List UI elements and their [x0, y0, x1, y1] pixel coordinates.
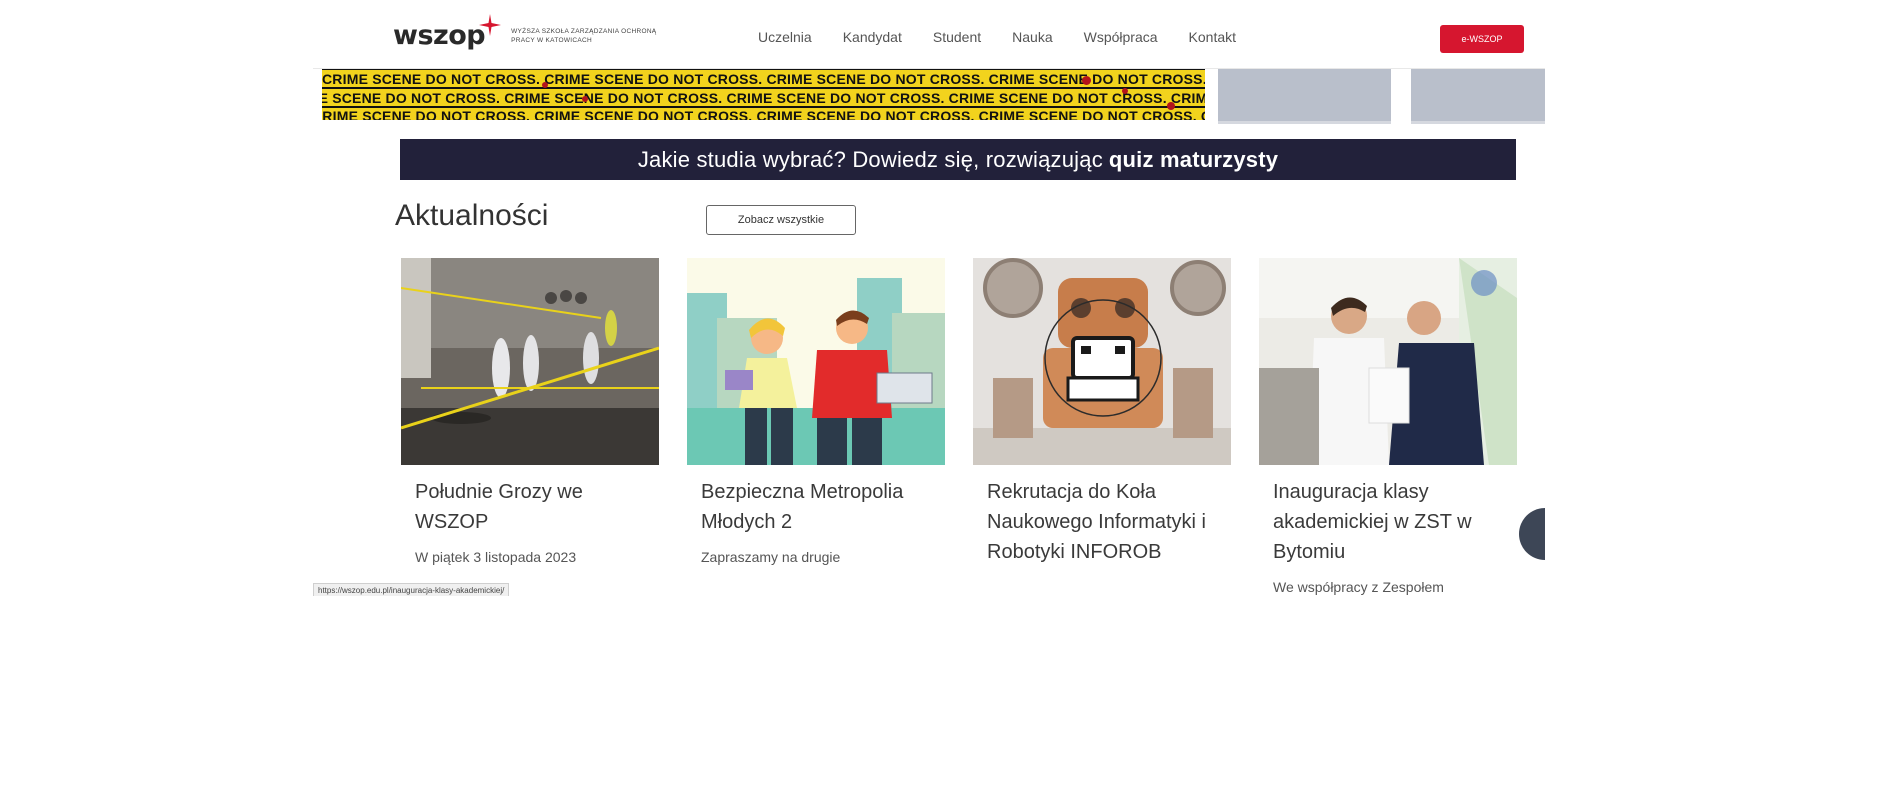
- logo-text: wszop: [393, 20, 486, 51]
- status-bar-url: https://wszop.edu.pl/inauguracja-klasy-a…: [313, 583, 510, 596]
- crime-tape-text: CRIME SCENE DO NOT CROSS. CRIME SCENE DO…: [322, 71, 1205, 87]
- news-image-ceremony[interactable]: [1259, 258, 1517, 465]
- news-card-desc: W piątek 3 listopada 2023: [415, 549, 577, 565]
- news-card[interactable]: Rekrutacja do Koła Naukowego Informatyki…: [973, 258, 1231, 577]
- news-card-desc: Zapraszamy na drugie: [701, 549, 841, 565]
- hero-side-card-1[interactable]: [1218, 68, 1391, 124]
- see-all-news-button[interactable]: Zobacz wszystkie: [706, 205, 856, 235]
- news-card-title[interactable]: Południe Grozy we WSZOP: [415, 477, 645, 537]
- hero-side-card-2[interactable]: [1411, 68, 1545, 124]
- news-card[interactable]: Inauguracja klasy akademickiej w ZST w B…: [1259, 258, 1517, 596]
- news-heading: Aktualności: [395, 199, 549, 232]
- nav-student[interactable]: Student: [933, 29, 981, 45]
- news-card-desc: We współpracy z Zespołem: [1273, 579, 1444, 595]
- nav-kontakt[interactable]: Kontakt: [1189, 29, 1236, 45]
- news-image-crime-scene[interactable]: [401, 258, 659, 465]
- quiz-banner-text: Jakie studia wybrać? Dowiedz się, rozwią…: [637, 146, 1103, 172]
- news-card-title[interactable]: Rekrutacja do Koła Naukowego Informatyki…: [987, 477, 1217, 567]
- chat-widget-button[interactable]: [1519, 508, 1545, 560]
- quiz-banner[interactable]: Jakie studia wybrać? Dowiedz się, rozwią…: [400, 139, 1516, 180]
- e-wszop-button[interactable]: e-WSZOP: [1440, 25, 1524, 53]
- main-nav: Uczelnia Kandydat Student Nauka Współpra…: [758, 29, 1267, 45]
- news-image-robot[interactable]: [973, 258, 1231, 465]
- news-card[interactable]: Bezpieczna Metropolia Młodych 2 Zaprasza…: [687, 258, 945, 567]
- crime-tape-text: CRIME SCENE DO NOT CROSS. CRIME SCENE DO…: [322, 108, 1205, 120]
- news-image-students[interactable]: [687, 258, 945, 465]
- quiz-banner-bold: quiz maturzysty: [1108, 146, 1279, 172]
- nav-nauka[interactable]: Nauka: [1012, 29, 1052, 45]
- news-card[interactable]: Południe Grozy we WSZOP W piątek 3 listo…: [401, 258, 659, 567]
- logo-subtitle: WYŻSZA SZKOŁA ZARZĄDZANIA OCHRONĄ PRACY …: [511, 27, 657, 44]
- nav-kandydat[interactable]: Kandydat: [843, 29, 902, 45]
- browser-viewport: wszop WYŻSZA SZKOŁA ZARZĄDZANIA OCHRONĄ …: [313, 8, 1545, 596]
- logo-star-icon: [479, 14, 501, 36]
- logo[interactable]: wszop WYŻSZA SZKOŁA ZARZĄDZANIA OCHRONĄ …: [393, 14, 661, 51]
- news-card-title[interactable]: Bezpieczna Metropolia Młodych 2: [701, 477, 931, 537]
- crime-tape-text: CRIME SCENE DO NOT CROSS. CRIME SCENE DO…: [322, 90, 1205, 106]
- site-header: wszop WYŻSZA SZKOŁA ZARZĄDZANIA OCHRONĄ …: [313, 8, 1545, 69]
- hero-banner-image[interactable]: CRIME SCENE DO NOT CROSS. CRIME SCENE DO…: [322, 68, 1205, 120]
- nav-wspolpraca[interactable]: Współpraca: [1084, 29, 1158, 45]
- news-card-title[interactable]: Inauguracja klasy akademickiej w ZST w B…: [1273, 477, 1503, 567]
- nav-uczelnia[interactable]: Uczelnia: [758, 29, 812, 45]
